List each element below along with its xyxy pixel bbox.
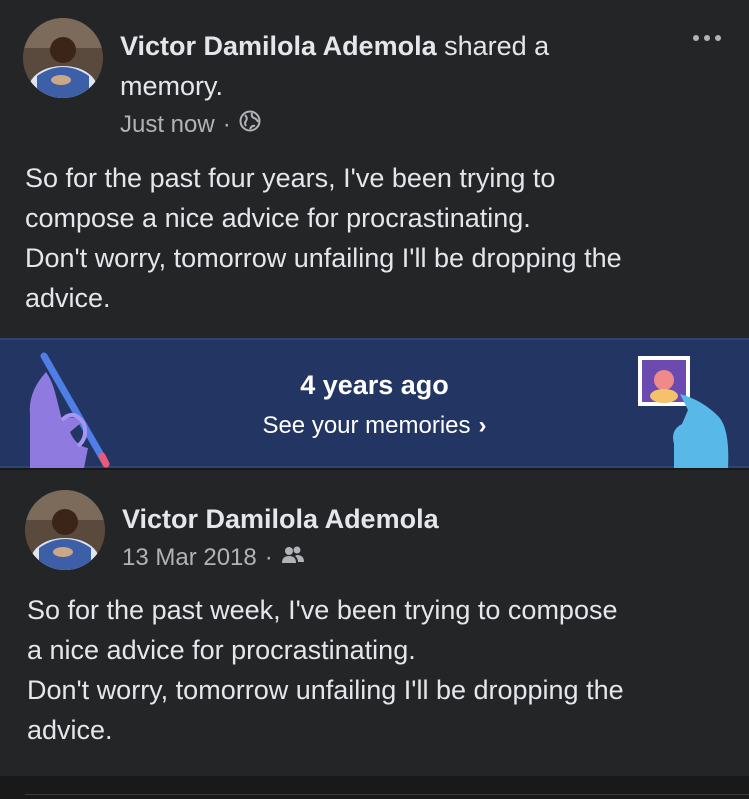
friends-icon: [281, 544, 305, 572]
post-text: So for the past four years, I've been tr…: [25, 158, 735, 318]
shared-post-text: So for the past week, I've been trying t…: [27, 590, 737, 750]
author-name[interactable]: Victor Damilola Ademola: [120, 31, 437, 61]
post-header: Victor Damilola Ademola shared a memory.: [120, 26, 640, 106]
memories-banner[interactable]: 4 years ago See your memories ›: [0, 338, 749, 468]
shared-original-post[interactable]: Victor Damilola Ademola 13 Mar 2018 · So…: [0, 470, 749, 776]
photo-hand-illustration: [630, 352, 735, 473]
meta-separator: ·: [264, 544, 273, 571]
post-text-line: advice.: [25, 283, 111, 313]
divider: [25, 794, 749, 795]
shared-post-meta: 13 Mar 2018 ·: [122, 544, 305, 572]
post-text-line: Don't worry, tomorrow unfailing I'll be …: [25, 243, 622, 273]
author-avatar[interactable]: [25, 490, 105, 570]
shared-post-date[interactable]: 13 Mar 2018: [122, 544, 257, 572]
post-text-line: compose a nice advice for procrastinatin…: [25, 203, 531, 233]
meta-separator: ·: [222, 110, 231, 138]
chevron-right-icon: ›: [478, 412, 487, 439]
shared-author-name[interactable]: Victor Damilola Ademola: [122, 504, 439, 535]
post-text-line: So for the past week, I've been trying t…: [27, 595, 618, 625]
author-avatar[interactable]: [23, 18, 103, 98]
post-text-line: Don't worry, tomorrow unfailing I'll be …: [27, 675, 624, 705]
see-memories-label: See your memories: [262, 412, 471, 439]
memory-post: Victor Damilola Ademola shared a memory.…: [0, 0, 749, 338]
post-text-line: So for the past four years, I've been tr…: [25, 163, 556, 193]
more-options-icon[interactable]: [687, 22, 727, 54]
post-text-line: a nice advice for procrastinating.: [27, 635, 416, 665]
post-text-line: advice.: [27, 715, 113, 745]
globe-icon[interactable]: [239, 110, 261, 139]
post-meta: Just now ·: [120, 110, 261, 139]
post-timestamp[interactable]: Just now: [120, 111, 215, 139]
